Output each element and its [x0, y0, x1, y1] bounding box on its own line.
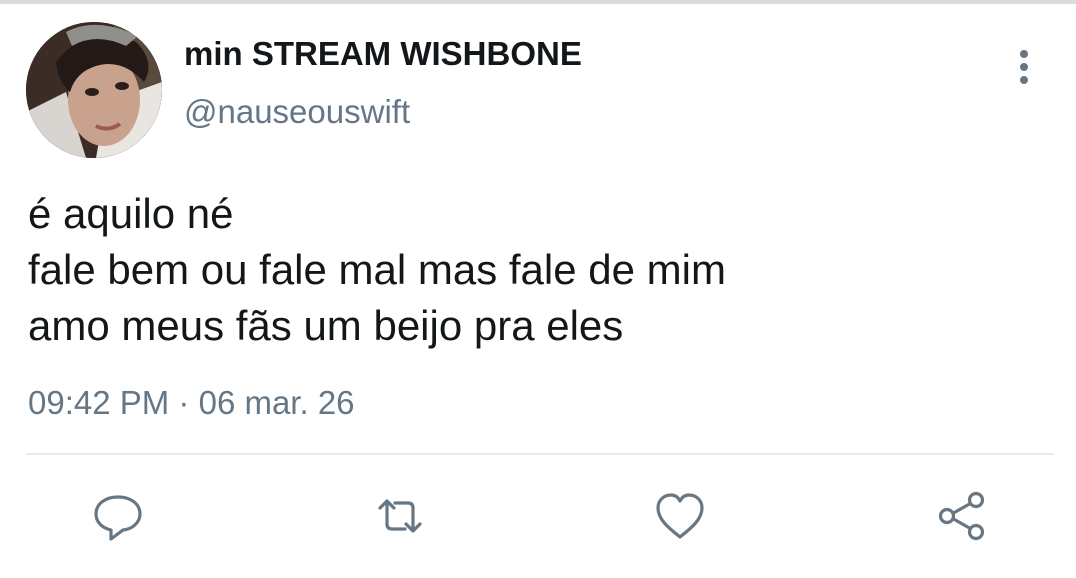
heart-icon	[656, 493, 704, 539]
avatar[interactable]	[26, 22, 162, 158]
more-vertical-icon[interactable]	[1012, 48, 1036, 86]
reply-icon	[94, 495, 142, 541]
display-name[interactable]: min STREAM WISHBONE	[184, 35, 582, 73]
tweet-text-line: amo meus fãs um beijo pra eles	[28, 302, 624, 349]
actions-divider	[26, 453, 1054, 455]
tweet-text-line: fale bem ou fale mal mas fale de mim	[28, 246, 726, 293]
avatar-photo	[26, 22, 162, 158]
retweet-icon	[378, 499, 422, 533]
user-handle[interactable]: @nauseouswift	[184, 93, 410, 131]
timestamp-separator: ·	[178, 384, 190, 421]
top-edge-divider	[0, 0, 1076, 4]
tweet-timestamp[interactable]: 09:42 PM · 06 mar. 26	[28, 384, 355, 422]
tweet-time: 09:42 PM	[28, 384, 170, 421]
share-icon	[938, 491, 985, 541]
tweet-date: 06 mar. 26	[198, 384, 355, 421]
share-button[interactable]	[934, 488, 990, 544]
reply-button[interactable]	[90, 488, 146, 544]
retweet-button[interactable]	[372, 488, 428, 544]
tweet-text-line: é aquilo né	[28, 190, 234, 237]
tweet-text: é aquilo né fale bem ou fale mal mas fal…	[28, 186, 1048, 354]
like-button[interactable]	[652, 488, 708, 544]
